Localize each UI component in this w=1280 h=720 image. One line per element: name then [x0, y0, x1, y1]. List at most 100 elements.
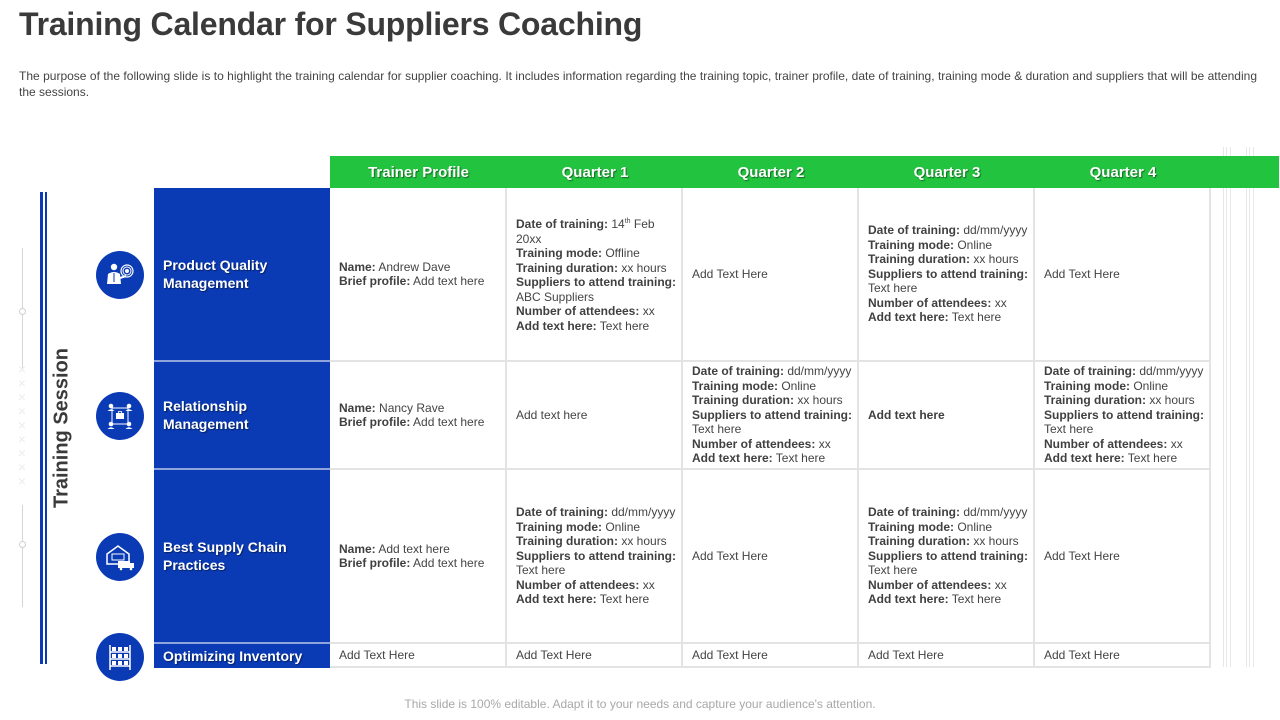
column-header-quarter-4: Quarter 4 [1089, 163, 1157, 181]
cell-line: Date of training: dd/mm/yyyy [692, 364, 853, 379]
field-value: Text here [596, 318, 650, 333]
field-value: xx hours [794, 393, 843, 408]
field-value: Text here [516, 563, 566, 578]
field-value: Online [954, 237, 993, 252]
field-label: Number of attendees: [516, 577, 640, 592]
cell-text: Add Text Here [516, 647, 592, 662]
field-label: Suppliers to attend training: [692, 407, 853, 422]
field-value: Nancy Rave [375, 400, 445, 415]
decorative-line [1246, 147, 1247, 667]
cell-text: Add Text Here [339, 647, 415, 662]
team-network-icon [96, 392, 144, 440]
field-label: Brief profile: [339, 274, 411, 288]
side-label: Training Session [50, 347, 73, 509]
column-header-trainer-profile: Trainer Profile [368, 163, 469, 181]
cell-line: Training duration: xx hours [868, 252, 1029, 267]
cell-quarter-2: Date of training: dd/mm/yyyy Training mod… [683, 362, 859, 470]
cell-text: Add Text Here [692, 266, 768, 281]
decorative-dot [19, 541, 26, 548]
manager-target-icon [96, 251, 144, 299]
cell-quarter-3: Add Text Here [859, 644, 1035, 668]
inventory-shelf-icon [96, 633, 144, 681]
field-label: Training mode: [868, 519, 955, 534]
cell-quarter-1: Add Text Here [507, 644, 683, 668]
cell-line: Training mode: Online [868, 238, 1029, 253]
cell-line: Date of training: dd/mm/yyyy [868, 223, 1029, 238]
field-label: Date of training: [868, 505, 960, 520]
footer-note: This slide is 100% editable. Adapt it to… [404, 697, 876, 711]
cell-text: Add Text Here [692, 548, 768, 563]
field-label: Suppliers to attend training: [868, 548, 1029, 563]
cell-quarter-1: Date of training: 14th Feb 20xx Training … [507, 188, 683, 362]
cell-line: Number of attendees: xx [516, 304, 677, 319]
field-label: Training duration: [516, 534, 618, 549]
cell-line: Brief profile: Add text here [339, 556, 501, 571]
field-label: Date of training: [516, 505, 608, 520]
field-value: Text here [868, 281, 918, 296]
field-label: Training mode: [1044, 378, 1131, 393]
field-label: Training duration: [516, 260, 618, 275]
cell-line: Suppliers to attend training: ABC Suppli… [516, 275, 677, 304]
cell-line: Name: Add text here [339, 542, 501, 557]
cell-line: Suppliers to attend training: Text here [868, 549, 1029, 578]
field-value: Online [1130, 378, 1169, 393]
decorative-dot [19, 308, 26, 315]
cell-line: Suppliers to attend training: Text here [868, 267, 1029, 296]
cell-line: Add text here: Text here [692, 451, 853, 466]
field-value: xx hours [618, 260, 667, 275]
column-header-quarter-2: Quarter 2 [737, 163, 805, 181]
field-label: Add text here: [868, 310, 949, 325]
field-value: xx [991, 577, 1007, 592]
cell-line: Add text here: Text here [516, 592, 677, 607]
field-label: Date of training: [868, 223, 960, 238]
decorative-pattern: × × × × × × × × × [17, 362, 27, 489]
cell-quarter-1: Date of training: dd/mm/yyyy Training mod… [507, 470, 683, 644]
topic-best-supply-chain-practices: Best Supply Chain Practices [154, 470, 330, 644]
decorative-line [1249, 147, 1250, 667]
cell-line: Training mode: Online [1044, 379, 1205, 394]
field-label: Add text here: [1044, 451, 1125, 466]
cell-line: Training duration: xx hours [692, 393, 853, 408]
cell-line: Add text here: Text here [868, 310, 1029, 325]
cell-trainer-profile: Name: Add text here Brief profile: Add te… [330, 470, 507, 644]
decorative-line [1223, 147, 1224, 667]
cell-line: Date of training: dd/mm/yyyy [868, 505, 1029, 520]
decorative-line [1230, 147, 1231, 667]
cell-quarter-3: Date of training: dd/mm/yyyy Training mod… [859, 470, 1035, 644]
field-label: Add text here: [516, 318, 597, 333]
field-label: Training mode: [868, 237, 955, 252]
cell-line: Date of training: dd/mm/yyyy [1044, 364, 1205, 379]
field-value: xx [639, 577, 655, 592]
field-value: Add text here [410, 415, 485, 429]
field-label: Training mode: [516, 519, 603, 534]
cell-trainer-profile: Name: Nancy Rave Brief profile: Add text … [330, 362, 507, 470]
cell-line: Add text here: Text here [868, 592, 1029, 607]
cell-line: Date of training: 14th Feb 20xx [516, 215, 677, 246]
field-value: xx hours [970, 252, 1019, 267]
field-label: Add text here: [516, 592, 597, 607]
cell-line: Number of attendees: xx [692, 437, 853, 452]
field-value: Online [954, 519, 993, 534]
field-label: Training duration: [868, 252, 970, 267]
cell-text: Add Text Here [1044, 647, 1120, 662]
field-value: xx [1167, 436, 1183, 451]
field-label: Number of attendees: [516, 304, 640, 318]
field-value: xx [639, 304, 655, 318]
field-label: Brief profile: [339, 556, 411, 570]
session-bracket-bar [45, 192, 47, 664]
cell-line: Training duration: xx hours [1044, 393, 1205, 408]
cell-text: Add Text Here [1044, 548, 1120, 563]
field-value: xx [991, 295, 1007, 310]
field-value: xx hours [618, 534, 667, 549]
session-bracket-bar [40, 192, 43, 664]
field-label: Date of training: [1044, 364, 1136, 379]
cell-line: Training duration: xx hours [868, 534, 1029, 549]
cell-quarter-2: Add Text Here [683, 470, 859, 644]
field-label: Date of training: [516, 217, 608, 231]
cell-line: Training mode: Online [868, 520, 1029, 535]
field-value: Offline [602, 246, 640, 260]
field-label: Suppliers to attend training: [516, 275, 677, 289]
field-label: Suppliers to attend training: [868, 266, 1029, 281]
field-value: dd/mm/yyyy [960, 505, 1028, 520]
cell-line: Brief profile: Add text here [339, 274, 501, 289]
